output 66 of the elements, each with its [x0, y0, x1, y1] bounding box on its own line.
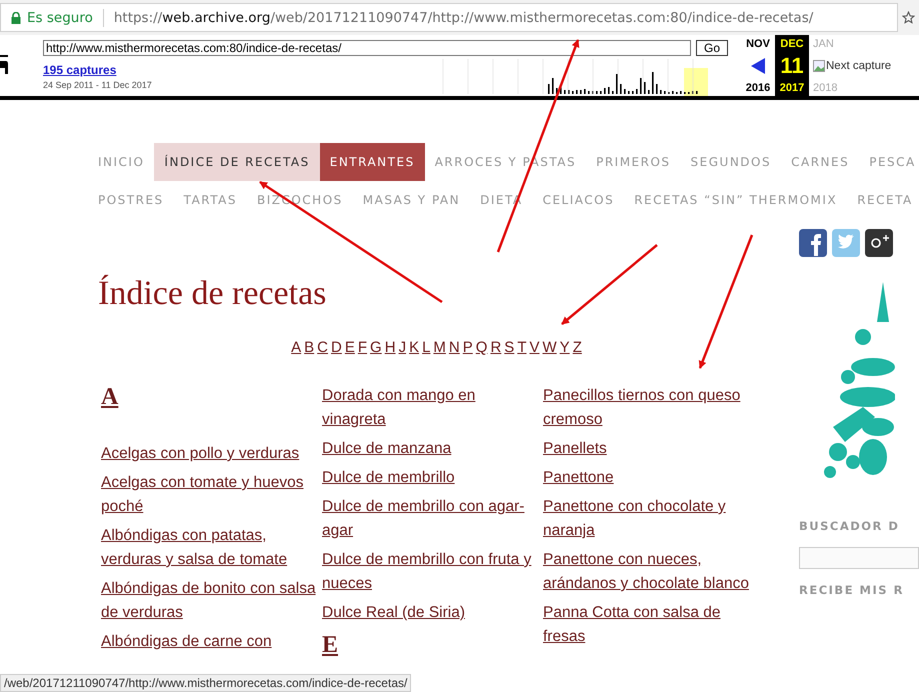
recipe-link[interactable]: Dulce Real (de Siria) [322, 601, 537, 625]
date-range: 24 Sep 2011 - 11 Dec 2017 [43, 80, 153, 90]
secure-label: Es seguro [27, 10, 93, 26]
letter-link[interactable]: W [542, 339, 557, 356]
letter-link[interactable]: B [304, 339, 314, 356]
subscribe-heading: RECIBE MIS R [799, 583, 905, 597]
recipe-link[interactable]: Acelgas con tomate y huevos poché [101, 471, 316, 519]
recipe-link[interactable]: Acelgas con pollo y verduras [101, 442, 316, 466]
letter-link[interactable]: C [317, 339, 328, 356]
letter-link[interactable]: G [370, 339, 382, 356]
letter-link[interactable]: T [517, 339, 526, 356]
gplus-icon[interactable] [865, 229, 893, 257]
recipe-link[interactable]: Albóndigas con patatas, verduras y salsa de tomate [101, 524, 316, 572]
url-text: https://web.archive.org/web/20171211090747/http://www.misthermorecetas.com:80/indice-de-recetas/ [114, 10, 814, 26]
letter-link[interactable]: J [398, 339, 406, 356]
recipe-link[interactable]: Dulce de membrillo con agar-agar [322, 495, 537, 543]
letter-link[interactable]: K [409, 339, 420, 356]
year-label[interactable]: 2016 [746, 82, 770, 94]
year-label[interactable]: 2017 [780, 82, 804, 94]
recipe-link[interactable]: Albóndigas de bonito con salsa de verduras [101, 577, 316, 625]
letter-link[interactable]: S [504, 339, 514, 356]
recipe-link[interactable]: Panellets [543, 437, 758, 461]
recipe-link[interactable]: Dulce de membrillo [322, 466, 537, 490]
lock-icon [11, 12, 21, 24]
recipe-link[interactable]: Albóndigas de carne con [101, 630, 316, 654]
recipe-link[interactable]: Panecillos tiernos con queso cremoso [543, 384, 758, 432]
recipe-link[interactable]: Panna Cotta con salsa de fresas [543, 601, 758, 649]
recipe-link[interactable]: Panettone con nueces, arándanos y chocolate blanco [543, 548, 758, 596]
previous-capture-icon[interactable] [751, 58, 765, 74]
recipe-link[interactable]: Dorada con mango en vinagreta [322, 384, 537, 432]
letter-link[interactable]: V [529, 339, 540, 356]
url-input[interactable]: http://www.misthermorecetas.com:80/indice-de-recetas/ [43, 40, 691, 56]
recipe-link[interactable]: Dulce de membrillo con fruta y nueces [322, 548, 537, 596]
recipe-link[interactable]: Dulce de manzana [322, 437, 537, 461]
page-title: Índice de recetas [98, 275, 328, 313]
star-icon[interactable] [902, 11, 915, 24]
letter-link[interactable]: N [448, 339, 460, 356]
nav-item[interactable]: ENTRANTES [320, 143, 425, 181]
month-label[interactable]: NOV [746, 38, 770, 50]
search-heading: BUSCADOR D [799, 519, 900, 533]
letter-link[interactable]: A [291, 339, 302, 356]
status-bar: /web/20171211090747/http://www.misthermorecetas.com/indice-de-recetas/ [0, 674, 412, 692]
letter-link[interactable]: Z [572, 339, 582, 356]
letter-link[interactable]: P [462, 339, 473, 356]
letter-link[interactable]: D [331, 339, 342, 356]
recipe-link[interactable]: Panettone con chocolate y naranja [543, 495, 758, 543]
letter-link[interactable]: H [384, 339, 396, 356]
month-label[interactable]: DEC [780, 38, 804, 50]
letter-heading[interactable]: E [322, 632, 338, 659]
letter-link[interactable]: M [433, 339, 446, 356]
letter-link[interactable]: R [490, 339, 502, 356]
recipe-link[interactable]: Panettone [543, 466, 758, 490]
letter-link[interactable]: Y [560, 339, 570, 356]
letter-link[interactable]: F [358, 339, 368, 356]
nav-item[interactable]: ÍNDICE DE RECETAS [154, 143, 320, 181]
letter-heading[interactable]: A [101, 384, 118, 411]
broken-image-icon [813, 60, 825, 72]
address-bar[interactable]: Es seguro https://web.archive.org/web/20171211090747/http://www.misthermorecetas.com:80/indice-de-recetas/ [0, 3, 898, 32]
day-label: 11 [780, 55, 804, 77]
letter-link[interactable]: Q [476, 339, 488, 356]
facebook-icon[interactable] [799, 229, 827, 257]
search-field[interactable] [799, 547, 919, 569]
go-button[interactable]: Go [696, 40, 728, 56]
letter-link[interactable]: L [422, 339, 430, 356]
captures-link[interactable]: 195 captures [43, 63, 438, 77]
letter-link[interactable]: E [344, 339, 355, 356]
